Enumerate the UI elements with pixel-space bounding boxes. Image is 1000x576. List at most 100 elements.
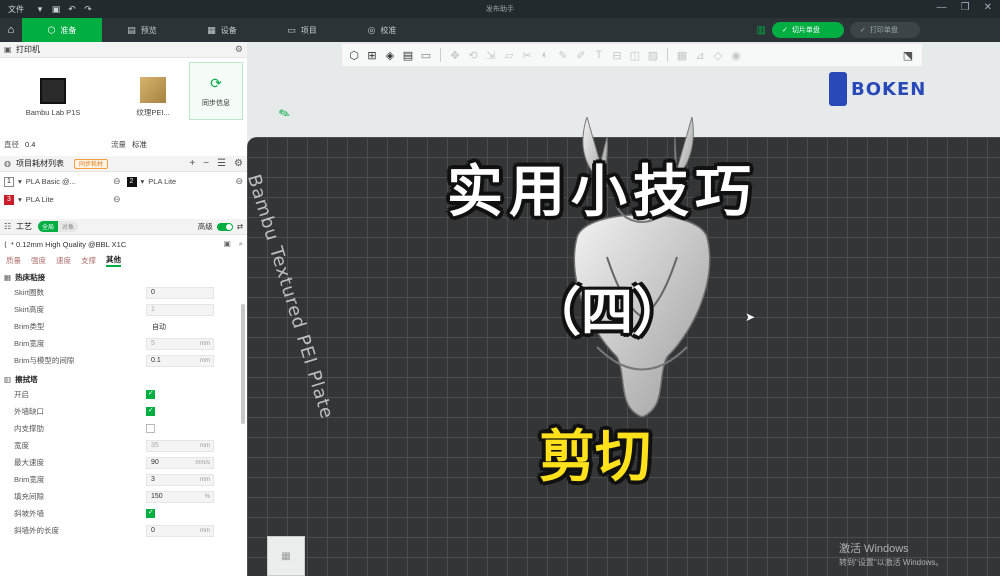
tower-brim-input[interactable]: 3 mm (146, 473, 214, 486)
filament-section-header: ◍ 项目耗材列表 同步耗材 + − ☰ ⚙ (0, 156, 247, 172)
save-disk-icon[interactable]: ▣ (48, 4, 64, 15)
layer-icon[interactable]: ▦ (674, 47, 690, 63)
restore-icon[interactable]: ❐ (961, 2, 970, 13)
filament-item-2[interactable]: 2 ▾ PLA Lite ⊖ (126, 176, 243, 187)
windows-activation-watermark: 激活 Windows 转到"设置"以激活 Windows。 (839, 543, 944, 567)
save-icon[interactable]: ▾ (32, 4, 48, 15)
tower-width-input[interactable]: 35 mm (146, 439, 214, 452)
edit-filament-icon[interactable]: ⊖ (113, 194, 121, 205)
cut-icon[interactable]: ✂ (519, 47, 535, 63)
sync-filament-badge[interactable]: 同步耗材 (74, 158, 109, 169)
assembly-icon[interactable]: ◫ (627, 47, 643, 63)
filament-settings-icon[interactable]: ⚙ (234, 158, 243, 169)
brim-width-input[interactable]: 5 mm (146, 337, 214, 350)
search-icon[interactable]: ⌕ (239, 239, 243, 249)
add-filament-icon[interactable]: + (189, 158, 195, 169)
subtab-strength[interactable]: 强度 (31, 255, 46, 266)
flow-select[interactable]: 标准 (132, 139, 147, 150)
undo-icon[interactable]: ↶ (64, 4, 80, 15)
close-icon[interactable]: ✕ (984, 2, 992, 13)
file-menu[interactable]: 文件 (0, 4, 32, 15)
plate-edit-icon[interactable]: ✎ (277, 105, 293, 124)
view-settings-icon[interactable]: ⬔ (897, 44, 919, 66)
setting-outer-gap: 外墙缺口 (0, 403, 247, 420)
tab-calibrate[interactable]: ◎ 校准 (342, 18, 422, 42)
add-cube-icon[interactable]: ⬡ (346, 47, 362, 63)
remove-filament-icon[interactable]: − (203, 158, 209, 169)
home-icon[interactable]: ⌂ (0, 18, 22, 42)
process-preset-icon: ⟨ (4, 239, 7, 249)
subtab-quality[interactable]: 质量 (6, 255, 21, 266)
seam-paint-icon[interactable]: ✐ (573, 47, 589, 63)
tab-device[interactable]: ▦ 设备 (182, 18, 262, 42)
calibrate-icon: ◎ (367, 24, 376, 35)
filament-item-3[interactable]: 3 ▾ PLA Lite ⊖ (4, 194, 121, 205)
brim-gap-input[interactable]: 0.1 mm (146, 354, 214, 367)
viewport-toolbar: ⬡ ⊞ ◈ ▤ ▭ ✥ ⟲ ⇲ ▱ ✂ ◐ ✎ ✐ T ⊟ ◫ ▨ ▦ ⊿ ◇ … (342, 44, 922, 66)
brim-type-select[interactable]: 自动 (152, 322, 166, 332)
process-preset-select[interactable]: * 0.12mm High Quality @BBL X1C (11, 240, 126, 249)
max-speed-input[interactable]: 90 mm/s (146, 456, 214, 469)
overlay-cut-label: 剪切 (539, 425, 651, 490)
emboss-icon[interactable]: ◇ (710, 47, 726, 63)
save-preset-icon[interactable]: ▣ (224, 239, 231, 249)
support-paint-icon[interactable]: ✎ (555, 47, 571, 63)
skirt-loops-input[interactable]: 0 (146, 286, 214, 299)
filament-list-icon[interactable]: ☰ (217, 158, 226, 169)
subtab-speed[interactable]: 速度 (56, 255, 71, 266)
slice-button[interactable]: ✓ 切片单盘 (772, 22, 844, 38)
view-icon[interactable]: ◉ (728, 47, 744, 63)
printer-settings-icon[interactable]: ⚙ (235, 44, 243, 55)
panel-scrollbar[interactable] (241, 304, 245, 424)
nozzle-select[interactable]: 0.4 (25, 140, 105, 149)
cube-icon: ⬡ (47, 24, 56, 35)
filament-item-1[interactable]: 1 ▾ PLA Basic @... ⊖ (4, 176, 121, 187)
filament-icon: ◍ (4, 159, 11, 168)
move-icon[interactable]: ✥ (447, 47, 463, 63)
arrange-icon[interactable]: ▤ (400, 47, 416, 63)
subtab-others[interactable]: 其他 (106, 254, 121, 267)
setting-skirt-loops: Skirt圈数 0 (0, 284, 247, 301)
setting-prime-enable: 开启 (0, 386, 247, 403)
skirt-height-input[interactable]: 1 (146, 303, 214, 316)
setting-tower-width: 宽度 35 mm (0, 437, 247, 454)
setting-max-speed: 最大速度 90 mm/s (0, 454, 247, 471)
edit-filament-icon[interactable]: ⊖ (235, 176, 243, 187)
lay-flat-icon[interactable]: ▱ (501, 47, 517, 63)
outer-gap-checkbox[interactable] (146, 406, 155, 416)
split-icon[interactable]: ▭ (418, 47, 434, 63)
bed-adhesion-icon: ▦ (4, 272, 12, 282)
ramp-wall-checkbox[interactable] (146, 508, 155, 518)
subtab-support[interactable]: 支撑 (81, 255, 96, 266)
setting-ramp-wall: 斜坡外墙 (0, 505, 247, 522)
ramp-length-input[interactable]: 0 mm (146, 524, 214, 537)
redo-icon[interactable]: ↷ (80, 4, 96, 15)
tab-preview[interactable]: ▤ 预览 (102, 18, 182, 42)
color-paint-icon[interactable]: ▨ (645, 47, 661, 63)
infill-gap-input[interactable]: 150% (146, 490, 214, 503)
compare-icon[interactable]: ⇄ (237, 222, 243, 231)
measure-icon[interactable]: ⊟ (609, 47, 625, 63)
global-object-toggle[interactable]: 全局 对象 (38, 221, 79, 232)
tab-project[interactable]: ▭ 项目 (262, 18, 342, 42)
mesh-boolean-icon[interactable]: ◐ (537, 47, 553, 63)
sync-button[interactable]: ⟳ 同步信息 (189, 62, 243, 120)
variable-height-icon[interactable]: ⊿ (692, 47, 708, 63)
edit-filament-icon[interactable]: ⊖ (113, 176, 121, 187)
print-button[interactable]: ✓ 打印单盘 (850, 22, 920, 38)
minimize-icon[interactable]: — (937, 2, 947, 13)
3d-viewport[interactable]: ⬡ ⊞ ◈ ▤ ▭ ✥ ⟲ ⇲ ▱ ✂ ◐ ✎ ✐ T ⊟ ◫ ▨ ▦ ⊿ ◇ … (247, 42, 1000, 576)
advanced-switch[interactable] (216, 222, 233, 231)
printer-card[interactable]: Bambu Lab P1S (8, 77, 98, 117)
prime-enable-checkbox[interactable] (146, 389, 155, 399)
tab-prepare[interactable]: ⬡ 准备 (22, 18, 102, 42)
scale-icon[interactable]: ⇲ (483, 47, 499, 63)
grid-add-icon[interactable]: ⊞ (364, 47, 380, 63)
inner-rib-checkbox[interactable] (146, 424, 155, 433)
arrange-icon[interactable]: ▥ (757, 25, 766, 36)
rotate-icon[interactable]: ⟲ (465, 47, 481, 63)
text-icon[interactable]: T (591, 47, 607, 63)
plate-card[interactable]: 纹理PEI... (108, 76, 198, 118)
orient-icon[interactable]: ◈ (382, 47, 398, 63)
plate-thumbnail-button[interactable]: ▦ (267, 536, 305, 576)
